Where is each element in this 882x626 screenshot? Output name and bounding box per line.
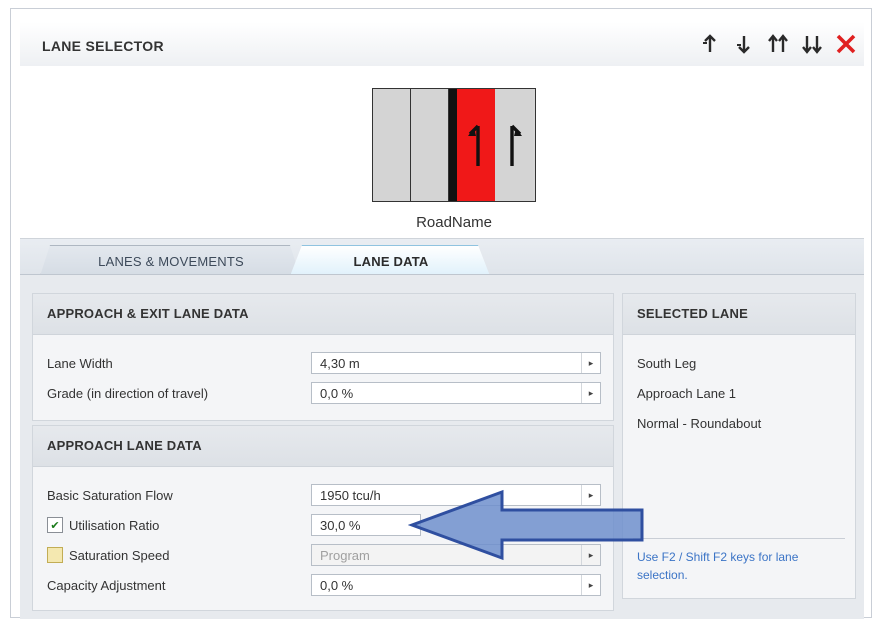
selected-lane-header: SELECTED LANE	[623, 294, 855, 335]
header-bar: LANE SELECTOR	[20, 22, 864, 67]
utilisation-ratio-row: ✔ Utilisation Ratio	[47, 514, 159, 536]
basic-saturation-flow-value: 1950 tcu/h	[320, 487, 381, 503]
lane-width-label: Lane Width	[47, 355, 113, 371]
selected-lane-title: SELECTED LANE	[637, 306, 748, 321]
right-turn-arrow-icon	[466, 120, 486, 171]
lane-selection-hint: Use F2 / Shift F2 keys for lane selectio…	[637, 550, 799, 582]
capacity-adjustment-field[interactable]: 0,0 % ▸	[311, 574, 601, 596]
selected-lane-number: Approach Lane 1	[637, 386, 737, 401]
capacity-adjustment-text: Capacity Adjustment	[47, 577, 166, 593]
move-bottom-icon[interactable]	[800, 32, 824, 56]
grade-label: Grade (in direction of travel)	[47, 385, 209, 401]
saturation-speed-checkbox[interactable]	[47, 547, 63, 563]
move-down-icon[interactable]	[732, 32, 756, 56]
lane-diagram-area: RoadName	[20, 66, 864, 238]
grade-field[interactable]: 0,0 % ▸	[311, 382, 601, 404]
selected-lane-panel: SELECTED LANE South Leg Approach Lane 1 …	[622, 293, 856, 599]
approach-exit-title: APPROACH & EXIT LANE DATA	[47, 306, 249, 321]
approach-exit-header: APPROACH & EXIT LANE DATA	[33, 294, 613, 335]
callout-arrow-icon	[408, 489, 644, 561]
utilisation-ratio-field[interactable]: 30,0 %	[311, 514, 421, 536]
road-name-label: RoadName	[416, 214, 492, 231]
move-up-icon[interactable]	[698, 32, 722, 56]
lane-diagram	[372, 88, 536, 202]
lane-width-field[interactable]: 4,30 m ▸	[311, 352, 601, 374]
selected-lane-type: Normal - Roundabout	[637, 416, 762, 431]
grade-value: 0,0 %	[320, 385, 354, 401]
tab-strip: LANES & MOVEMENTS LANE DATA	[20, 238, 864, 276]
toolbar	[698, 32, 858, 56]
panel-title: LANE SELECTOR	[42, 38, 164, 54]
approach-lane-1-selected[interactable]	[457, 89, 495, 201]
approach-exit-panel: APPROACH & EXIT LANE DATA Lane Width 4,3…	[32, 293, 614, 421]
approach-lane-header: APPROACH LANE DATA	[33, 426, 613, 467]
saturation-speed-value: Program	[320, 547, 370, 563]
move-top-icon[interactable]	[766, 32, 790, 56]
expand-arrow-icon[interactable]: ▸	[581, 383, 600, 403]
capacity-adjustment-label: Capacity Adjustment	[47, 574, 166, 596]
expand-arrow-icon[interactable]: ▸	[581, 575, 600, 595]
utilisation-ratio-label: Utilisation Ratio	[69, 517, 160, 533]
saturation-speed-row: Saturation Speed	[47, 544, 169, 566]
expand-arrow-icon[interactable]: ▸	[581, 353, 600, 373]
saturation-speed-label: Saturation Speed	[69, 547, 170, 563]
utilisation-ratio-value: 30,0 %	[320, 517, 361, 533]
exit-lane-2[interactable]	[373, 89, 411, 201]
selected-lane-leg: South Leg	[637, 356, 697, 371]
approach-lane-2[interactable]	[495, 89, 533, 201]
approach-lane-title: APPROACH LANE DATA	[47, 438, 202, 453]
tab-lane-data[interactable]: LANE DATA	[290, 245, 490, 276]
capacity-adjustment-value: 0,0 %	[320, 577, 354, 593]
basic-saturation-flow-text: Basic Saturation Flow	[47, 487, 173, 503]
median-strip	[449, 89, 457, 201]
exit-lane-1[interactable]	[411, 89, 449, 201]
utilisation-ratio-checkbox[interactable]: ✔	[47, 517, 63, 533]
left-turn-arrow-icon	[504, 120, 524, 171]
lane-width-value: 4,30 m	[320, 355, 360, 371]
tab-lanes-movements[interactable]: LANES & MOVEMENTS	[40, 245, 300, 276]
lane-data-content: APPROACH & EXIT LANE DATA Lane Width 4,3…	[20, 274, 864, 619]
delete-icon[interactable]	[834, 32, 858, 56]
basic-saturation-flow-label: Basic Saturation Flow	[47, 484, 173, 506]
divider	[633, 538, 845, 539]
